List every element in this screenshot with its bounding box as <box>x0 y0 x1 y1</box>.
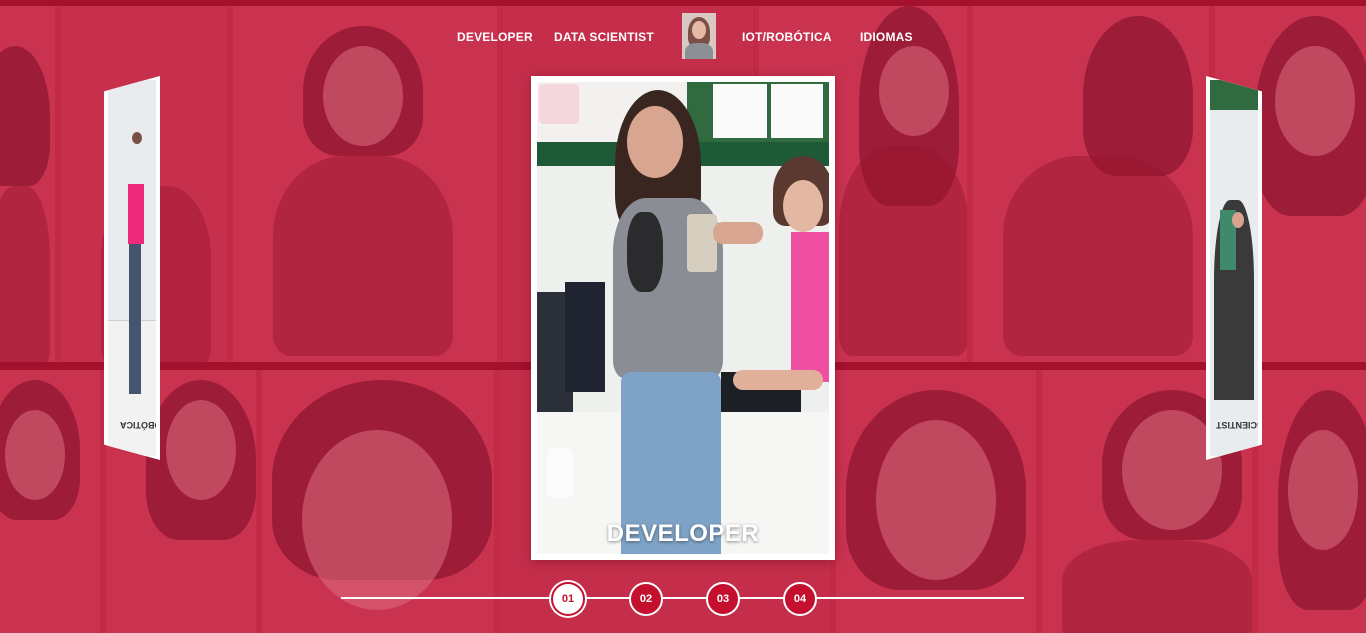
nav-item-developer[interactable]: DEVELOPER <box>457 30 533 44</box>
avatar[interactable] <box>682 13 716 59</box>
pager-dot-04[interactable]: 04 <box>783 582 817 616</box>
main-nav: DEVELOPER DATA SCIENTIST IOT/ROBÓTICA ID… <box>0 12 1366 62</box>
pager-dot-01[interactable]: 01 <box>551 582 585 616</box>
slide-photo: DATA SCIENTIST <box>1210 80 1258 456</box>
nav-item-data-scientist[interactable]: DATA SCIENTIST <box>554 30 654 44</box>
slide-card-previous[interactable]: IOT/ROBÓTICA <box>104 76 160 460</box>
slide-card-label: DATA SCIENTIST <box>1216 420 1258 430</box>
slide-card-active[interactable]: DEVELOPER <box>531 76 835 560</box>
bg-photo <box>836 370 1036 633</box>
pager-dot-02[interactable]: 02 <box>629 582 663 616</box>
bg-photo <box>1258 370 1366 633</box>
slide-photo <box>537 82 829 554</box>
slide-card-label: IOT/ROBÓTICA <box>120 420 156 430</box>
avatar-body <box>685 43 713 59</box>
page-stage: DEVELOPER DATA SCIENTIST IOT/ROBÓTICA ID… <box>0 0 1366 633</box>
slide-caption: DEVELOPER <box>606 520 760 547</box>
nav-item-iot-robotica[interactable]: IOT/ROBÓTICA <box>742 30 832 44</box>
bg-photo <box>0 370 100 633</box>
pager-track <box>341 597 1024 599</box>
slide-card-next[interactable]: DATA SCIENTIST <box>1206 76 1262 460</box>
bg-photo <box>262 370 494 633</box>
nav-item-idiomas[interactable]: IDIOMAS <box>860 30 913 44</box>
pager-dot-03[interactable]: 03 <box>706 582 740 616</box>
slide-photo: IOT/ROBÓTICA <box>108 80 156 456</box>
avatar-face <box>692 21 706 39</box>
